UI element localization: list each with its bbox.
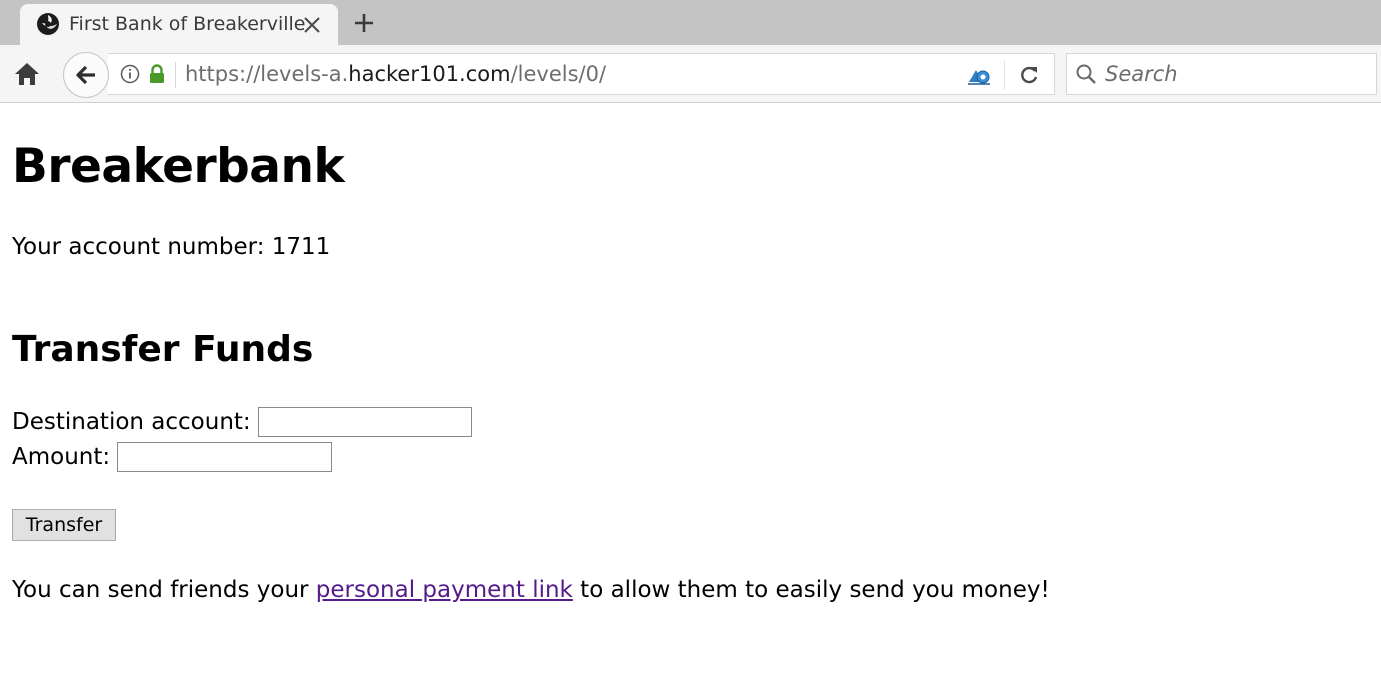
plus-icon[interactable] — [352, 11, 376, 35]
search-input[interactable] — [1105, 59, 1367, 89]
globe-icon — [36, 12, 60, 36]
reload-icon[interactable] — [1018, 64, 1040, 86]
note-text-after: to allow them to easily send you money! — [572, 577, 1050, 603]
note-text-before: You can send friends your — [12, 577, 316, 603]
page-title: Breakerbank — [12, 139, 345, 194]
url-separator — [175, 62, 176, 88]
payment-link-note: You can send friends your personal payme… — [12, 577, 1050, 603]
amount-input[interactable] — [117, 442, 333, 472]
url-bar[interactable]: https://levels-a.hacker101.com/levels/0/ — [108, 53, 1055, 95]
info-icon[interactable] — [120, 64, 140, 84]
amount-label: Amount: — [12, 444, 111, 470]
search-bar[interactable] — [1066, 53, 1377, 95]
amount-row: Amount: — [12, 442, 333, 472]
account-number-text: Your account number: 1711 — [12, 234, 331, 260]
personal-payment-link[interactable]: personal payment link — [316, 577, 573, 603]
navigation-toolbar: https://levels-a.hacker101.com/levels/0/ — [0, 45, 1381, 103]
tab-title: First Bank of Breakerville — [69, 13, 306, 35]
search-icon — [1075, 63, 1097, 85]
transfer-button[interactable]: Transfer — [12, 509, 116, 541]
close-icon[interactable] — [300, 13, 324, 37]
destination-row: Destination account: — [12, 407, 472, 437]
tab-strip: First Bank of Breakerville — [0, 0, 1381, 45]
url-text[interactable]: https://levels-a.hacker101.com/levels/0/ — [185, 62, 606, 86]
url-domain: hacker101.com — [348, 62, 511, 86]
url-separator — [1004, 60, 1005, 90]
transfer-heading: Transfer Funds — [12, 329, 314, 370]
url-prefix: https://levels-a. — [185, 62, 349, 86]
back-arrow-icon — [76, 65, 95, 85]
reader-view-icon[interactable] — [966, 62, 992, 88]
back-button[interactable] — [63, 52, 109, 98]
lock-icon[interactable] — [148, 64, 166, 84]
home-icon[interactable] — [13, 61, 41, 87]
browser-tab[interactable]: First Bank of Breakerville — [20, 4, 338, 45]
destination-account-input[interactable] — [257, 407, 472, 437]
destination-label: Destination account: — [12, 409, 251, 435]
url-path: /levels/0/ — [510, 62, 607, 86]
